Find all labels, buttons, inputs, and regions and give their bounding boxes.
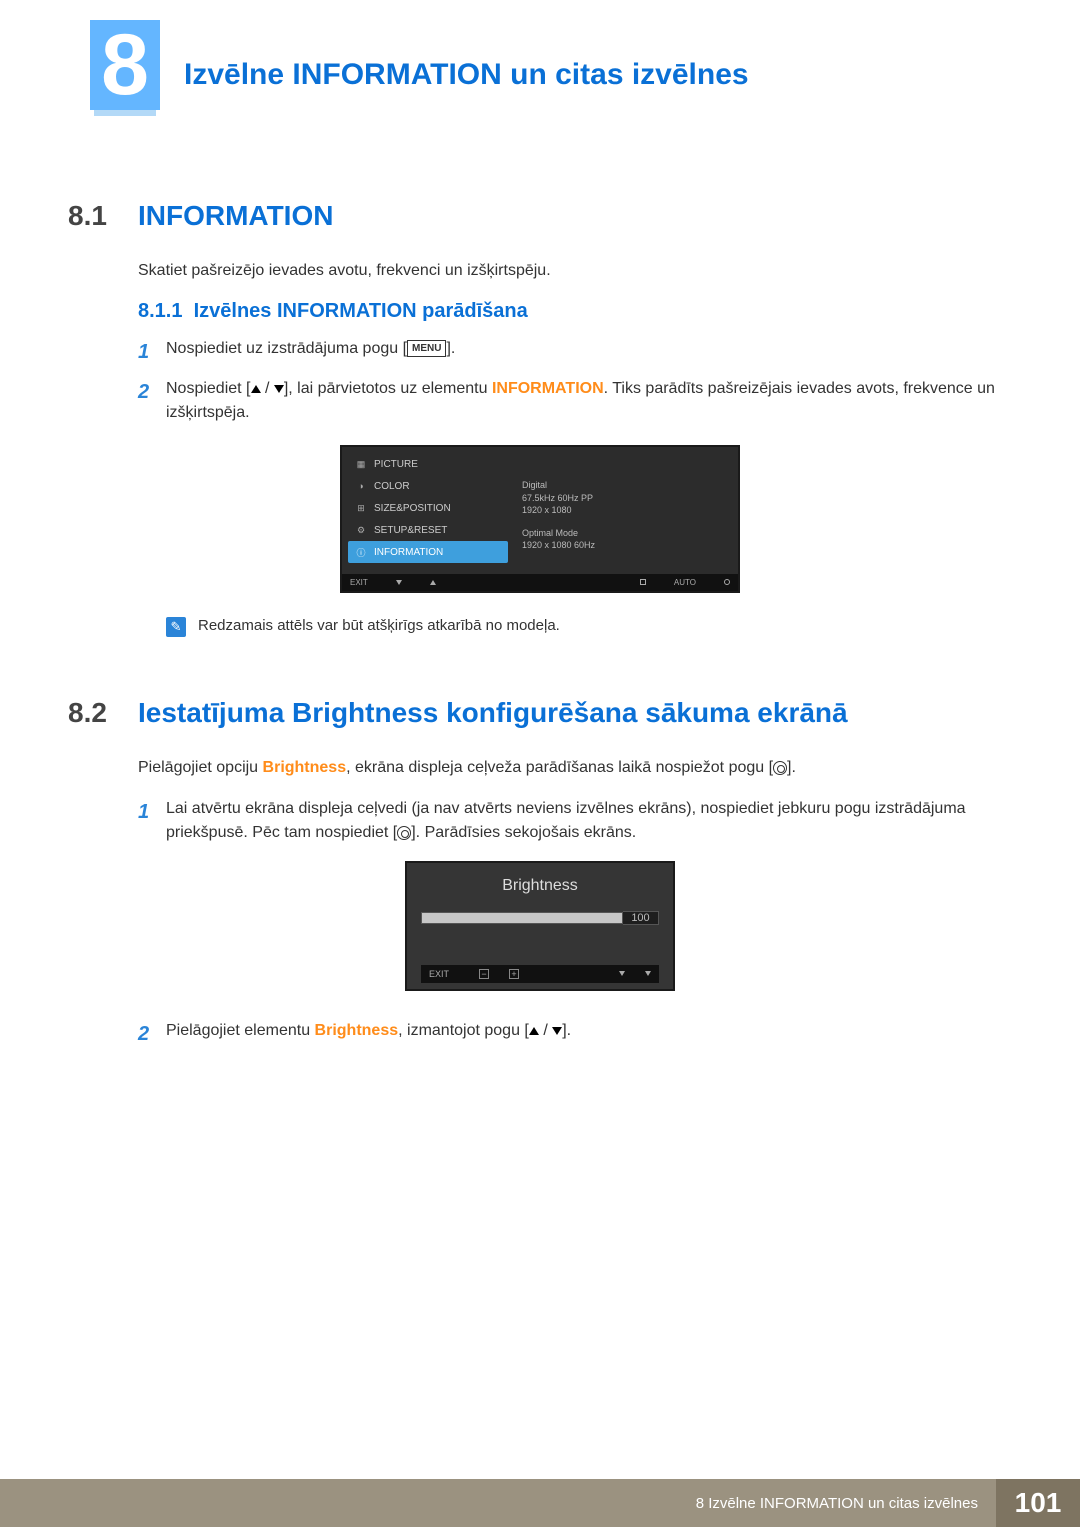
subsection-heading-8-1-1: 8.1.1 Izvēlnes INFORMATION parādīšana <box>138 300 1012 323</box>
info-line: Digital <box>522 479 726 492</box>
page-number: 101 <box>996 1479 1080 1527</box>
down-arrow-icon <box>396 580 402 585</box>
down-arrow-icon <box>619 971 625 976</box>
text-fragment: ]. Parādīsies sekojošais ekrāns. <box>411 824 636 841</box>
down-arrow-icon <box>552 1027 562 1035</box>
text-fragment: ]. <box>446 340 455 357</box>
section-8-1-intro: Skatiet pašreizējo ievades avotu, frekve… <box>138 262 1012 280</box>
text-fragment: Pielāgojiet elementu <box>166 1022 315 1039</box>
step-text: Pielāgojiet elementu Brightness, izmanto… <box>166 1019 1012 1049</box>
section-number: 8.2 <box>68 697 138 729</box>
osd-item-picture: ▦ PICTURE <box>348 453 508 475</box>
power-icon <box>724 579 730 585</box>
footer-text: 8 Izvēlne INFORMATION un citas izvēlnes <box>0 1479 996 1527</box>
section-heading-8-1: 8.1 INFORMATION <box>68 200 1012 232</box>
down-arrow-icon <box>645 971 651 976</box>
osd-exit-label: EXIT <box>350 578 368 587</box>
osd-item-color: ◑ COLOR <box>348 475 508 497</box>
osd-item-label: INFORMATION <box>374 547 443 558</box>
enter-icon <box>640 579 646 585</box>
up-arrow-icon <box>529 1027 539 1035</box>
info-line: Optimal Mode <box>522 527 726 540</box>
circle-button-icon <box>773 761 787 775</box>
osd-item-label: SETUP&RESET <box>374 525 447 536</box>
down-arrow-icon <box>274 385 284 393</box>
highlight-brightness: Brightness <box>263 759 347 776</box>
osd-info-panel: Digital 67.5kHz 60Hz PP 1920 x 1080 Opti… <box>516 453 732 568</box>
osd-item-label: PICTURE <box>374 459 418 470</box>
brightness-popup-figure: Brightness 100 EXIT − + <box>405 861 675 991</box>
osd-item-label: SIZE&POSITION <box>374 503 451 514</box>
step-list-8-2: 1 Lai atvērtu ekrāna displeja ceļvedi (j… <box>138 797 1012 845</box>
brightness-title: Brightness <box>421 877 659 895</box>
brightness-value: 100 <box>623 911 659 925</box>
step-2: 2 Nospiediet [ / ], lai pārvietotos uz e… <box>138 377 1012 425</box>
highlight-information: INFORMATION <box>492 380 604 397</box>
osd-item-information: ⓘ INFORMATION <box>348 541 508 563</box>
chapter-header: 8 Izvēlne INFORMATION un citas izvēlnes <box>90 20 1012 110</box>
up-arrow-icon <box>251 385 261 393</box>
section-title: Iestatījuma Brightness konfigurēšana sāk… <box>138 697 848 729</box>
step-text: Nospiediet uz izstrādājuma pogu [MENU]. <box>166 337 1012 367</box>
step-list-8-1-1: 1 Nospiediet uz izstrādājuma pogu [MENU]… <box>138 337 1012 425</box>
section-heading-8-2: 8.2 Iestatījuma Brightness konfigurēšana… <box>68 697 1012 729</box>
section-8-2-intro: Pielāgojiet opciju Brightness, ekrāna di… <box>138 759 1012 777</box>
step-number: 2 <box>138 1019 166 1049</box>
step-2: 2 Pielāgojiet elementu Brightness, izman… <box>138 1019 1012 1049</box>
info-line: 1920 x 1080 <box>522 504 726 517</box>
step-text: Nospiediet [ / ], lai pārvietotos uz ele… <box>166 377 1012 425</box>
info-line: 67.5kHz 60Hz PP <box>522 492 726 505</box>
text-fragment: , ekrāna displeja ceļveža parādīšanas la… <box>346 759 773 776</box>
picture-icon: ▦ <box>354 457 368 471</box>
section-number: 8.1 <box>68 200 138 232</box>
plus-icon: + <box>509 969 519 979</box>
chapter-title: Izvēlne INFORMATION un citas izvēlnes <box>160 20 1012 110</box>
text-fragment: Pielāgojiet opciju <box>138 759 263 776</box>
circle-button-icon <box>397 826 411 840</box>
osd-item-setup-reset: ⚙ SETUP&RESET <box>348 519 508 541</box>
minus-icon: − <box>479 969 489 979</box>
text-fragment: ]. <box>787 759 796 776</box>
note-row: ✎ Redzamais attēls var būt atšķirīgs atk… <box>166 617 1012 637</box>
step-list-8-2-b: 2 Pielāgojiet elementu Brightness, izman… <box>138 1019 1012 1049</box>
menu-button-icon: MENU <box>407 340 446 357</box>
osd-item-size-position: ⊞ SIZE&POSITION <box>348 497 508 519</box>
brightness-bar: 100 <box>421 911 659 925</box>
osd-auto-label: AUTO <box>674 578 696 587</box>
text-fragment: ], lai pārvietotos uz elementu <box>284 380 492 397</box>
step-number: 1 <box>138 337 166 367</box>
step-1: 1 Nospiediet uz izstrādājuma pogu [MENU]… <box>138 337 1012 367</box>
chapter-number: 8 <box>90 20 160 110</box>
page-footer: 8 Izvēlne INFORMATION un citas izvēlnes … <box>0 1479 1080 1527</box>
osd-item-label: COLOR <box>374 481 410 492</box>
info-icon: ⓘ <box>354 545 368 559</box>
step-text: Lai atvērtu ekrāna displeja ceļvedi (ja … <box>166 797 1012 845</box>
brightness-bar-fill <box>422 913 622 923</box>
text-fragment: Nospiediet uz izstrādājuma pogu [ <box>166 340 407 357</box>
step-number: 1 <box>138 797 166 845</box>
text-fragment: Nospiediet [ <box>166 380 251 397</box>
subsection-number: 8.1.1 <box>138 300 182 322</box>
step-1: 1 Lai atvērtu ekrāna displeja ceļvedi (j… <box>138 797 1012 845</box>
section-title: INFORMATION <box>138 200 333 232</box>
note-icon: ✎ <box>166 617 186 637</box>
text-fragment: ]. <box>562 1022 571 1039</box>
setup-icon: ⚙ <box>354 523 368 537</box>
exit-label: EXIT <box>429 969 449 979</box>
text-fragment: , izmantojot pogu [ <box>398 1022 529 1039</box>
step-number: 2 <box>138 377 166 425</box>
size-icon: ⊞ <box>354 501 368 515</box>
note-text: Redzamais attēls var būt atšķirīgs atkar… <box>198 617 560 634</box>
osd-footer: EXIT AUTO <box>342 574 738 591</box>
info-line: 1920 x 1080 60Hz <box>522 539 726 552</box>
subsection-title: Izvēlnes INFORMATION parādīšana <box>194 300 528 322</box>
osd-menu-figure: ▦ PICTURE ◑ COLOR ⊞ SIZE&POSITION ⚙ SETUP&RE… <box>340 445 740 593</box>
brightness-footer: EXIT − + <box>421 965 659 983</box>
up-arrow-icon <box>430 580 436 585</box>
highlight-brightness: Brightness <box>315 1022 399 1039</box>
color-icon: ◑ <box>354 479 368 493</box>
